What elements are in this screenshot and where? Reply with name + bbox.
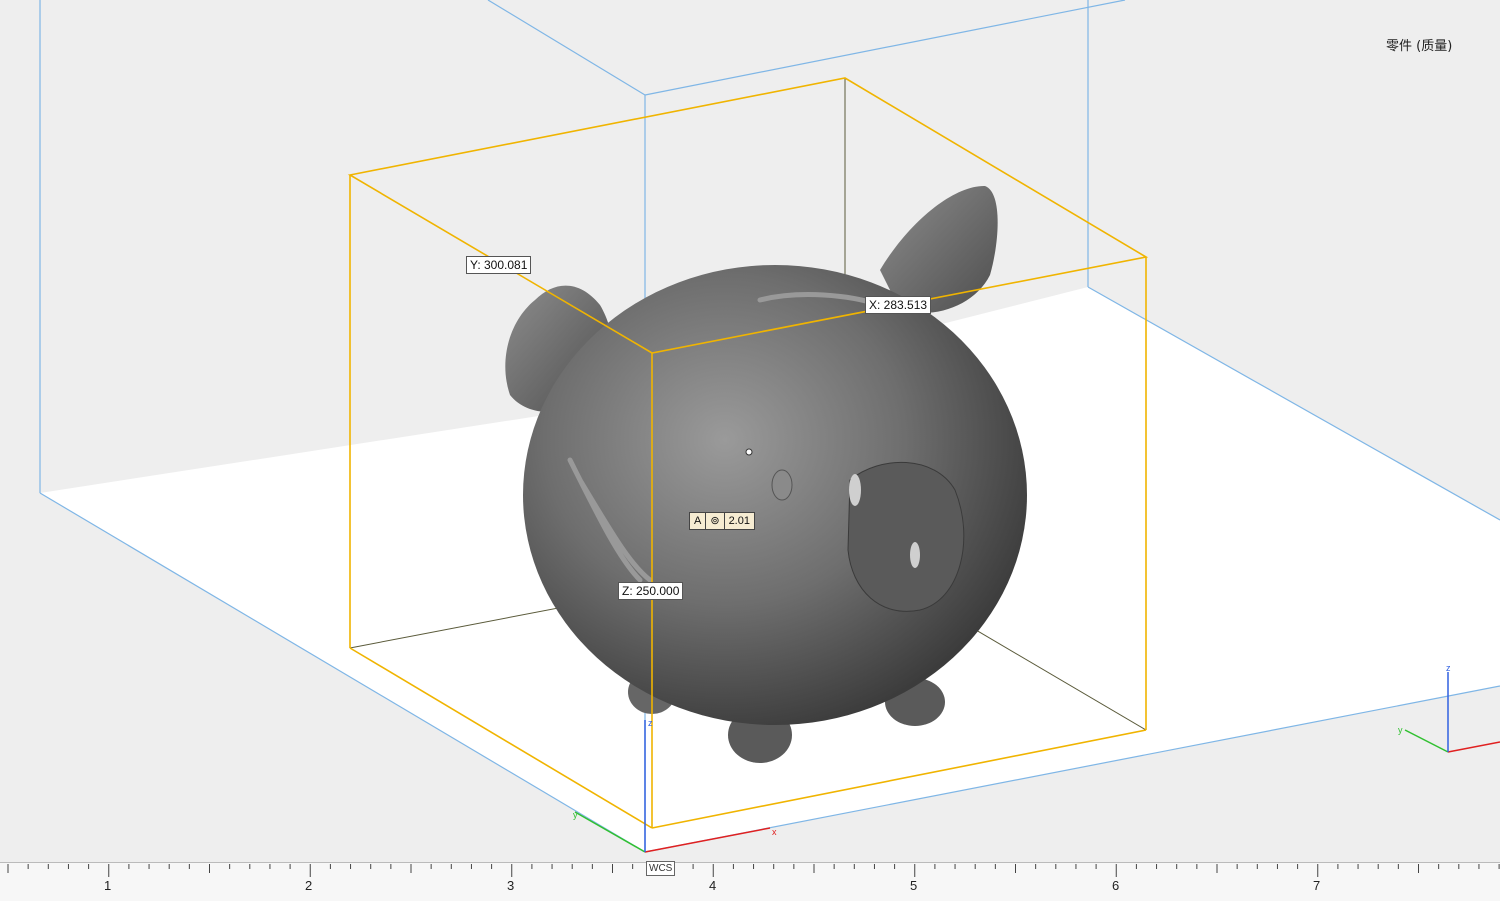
origin-y-label: y	[573, 810, 578, 820]
pig-nostril-left	[849, 474, 861, 506]
wcs-tag[interactable]: WCS	[646, 861, 676, 876]
ruler-number-7: 7	[1313, 878, 1321, 893]
tolerance-annotation[interactable]: A ⊚ 2.01	[689, 512, 755, 530]
pig-right-ear[interactable]	[880, 185, 998, 314]
ruler-ticks	[7, 864, 1500, 877]
pig-snout[interactable]	[847, 461, 965, 612]
view-y-label: y	[1398, 725, 1403, 735]
pig-eye	[771, 469, 793, 501]
view-z-label: z	[1446, 663, 1451, 673]
tolerance-value: 2.01	[728, 515, 750, 527]
ruler-number-6: 6	[1112, 878, 1120, 893]
tolerance-datum: A	[690, 513, 707, 529]
dimension-y-label[interactable]: Y: 300.081	[466, 256, 532, 274]
ruler-number-1: 1	[104, 878, 112, 893]
ruler-number-5: 5	[910, 878, 918, 893]
concentricity-icon: ⊚	[706, 513, 725, 529]
scene-canvas[interactable]: x y z y z	[0, 0, 1500, 900]
ruler-number-3: 3	[507, 878, 515, 893]
ruler-number-4: 4	[709, 878, 717, 893]
part-mass-label: 零件 (质量)	[1386, 39, 1453, 54]
origin-x-label: x	[772, 827, 777, 837]
bottom-ruler[interactable]: 1 2 3 4 5 6 7	[0, 862, 1500, 901]
ruler-number-2: 2	[305, 878, 313, 893]
origin-z-label: z	[648, 718, 653, 728]
3d-viewport[interactable]: x y z y z Y: 300.081 X: 283.513 Z: 250.0…	[0, 0, 1500, 901]
dimension-x-label[interactable]: X: 283.513	[865, 296, 932, 314]
pig-nostril-right	[910, 542, 920, 568]
center-point-marker[interactable]	[745, 448, 753, 456]
dimension-z-label[interactable]: Z: 250.000	[618, 582, 684, 600]
